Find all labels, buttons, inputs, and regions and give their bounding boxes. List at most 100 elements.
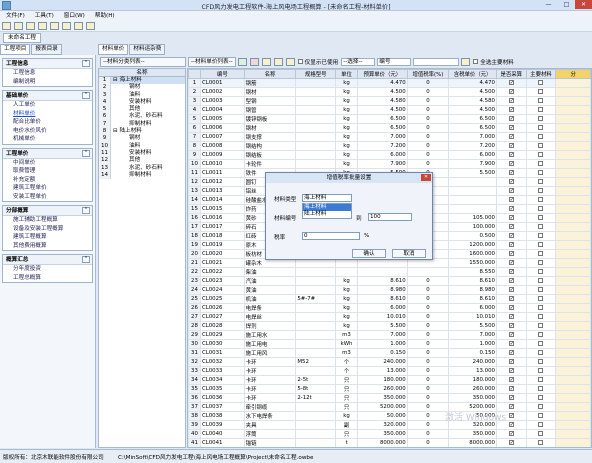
tree-row[interactable]: 4 安装材料 <box>99 98 185 107</box>
main-material-checkbox[interactable] <box>525 123 557 133</box>
checkbox[interactable] <box>538 215 544 220</box>
main-material-checkbox[interactable] <box>525 438 557 447</box>
extra-cell[interactable] <box>555 168 591 178</box>
extra-cell[interactable] <box>555 114 591 124</box>
checkbox[interactable] <box>538 305 544 310</box>
nav-item[interactable]: 编制说明 <box>3 78 92 87</box>
extra-cell[interactable] <box>555 312 591 322</box>
is-calc-checkbox[interactable]: ✓ <box>495 213 527 223</box>
collapse-icon[interactable]: ⌃ <box>82 149 90 157</box>
main-material-checkbox[interactable] <box>525 321 557 331</box>
table-row[interactable]: 36 CL0036 卡环 2-12t 只 350.000 0 350.000 ✓ <box>188 393 591 403</box>
option-sea[interactable]: 海上材料 <box>303 204 351 211</box>
table-row[interactable]: 42CL0042高强螺栓t7.00007.000✓ <box>189 448 591 449</box>
main-material-checkbox[interactable] <box>525 402 557 412</box>
main-material-checkbox[interactable] <box>525 249 557 259</box>
collapse-icon[interactable]: ⌃ <box>82 256 90 263</box>
is-calc-checkbox[interactable]: ✓ <box>495 150 527 160</box>
is-calc-checkbox[interactable]: ✓ <box>495 195 527 205</box>
main-material-checkbox[interactable] <box>525 312 557 322</box>
main-material-checkbox[interactable] <box>525 375 557 385</box>
checkbox[interactable] <box>538 107 544 112</box>
extra-cell[interactable] <box>555 276 591 286</box>
section-header[interactable]: 工程信息 ⌃ <box>3 59 92 69</box>
extra-cell[interactable] <box>555 231 591 241</box>
checkbox[interactable]: ✓ <box>508 134 514 140</box>
main-material-checkbox[interactable] <box>525 339 557 349</box>
main-material-checkbox[interactable] <box>525 132 557 142</box>
tree-row[interactable]: 10 油料 <box>99 142 185 150</box>
extra-cell[interactable] <box>555 393 591 403</box>
checkbox[interactable]: ✓ <box>508 359 514 365</box>
section-header[interactable]: 分部概算 ⌃ <box>3 206 92 216</box>
table-row[interactable]: 10 CL0010 卡轮件 kg 7.900 0 7.900 ✓ <box>188 159 591 169</box>
nav-item[interactable]: 配合比单价 <box>3 118 92 127</box>
checkbox[interactable]: ✓ <box>508 278 514 284</box>
menu-window[interactable]: 窗口(W) <box>64 11 85 21</box>
table-row[interactable]: 34 CL0034 卡环 2-5t 只 180.000 0 180.000 ✓ <box>188 375 591 385</box>
checkbox[interactable]: ✓ <box>508 440 514 446</box>
main-material-checkbox[interactable] <box>525 357 557 367</box>
extra-cell[interactable] <box>555 258 591 268</box>
is-calc-checkbox[interactable]: ✓ <box>495 303 527 313</box>
checkbox[interactable] <box>538 395 544 400</box>
is-calc-checkbox[interactable]: ✓ <box>495 321 527 331</box>
section-header[interactable]: 工程单价 ⌃ <box>3 148 92 159</box>
main-material-checkbox[interactable] <box>526 448 556 449</box>
checkbox[interactable]: ✓ <box>508 431 514 437</box>
checkbox[interactable] <box>538 152 544 157</box>
is-calc-checkbox[interactable]: ✓ <box>495 384 527 394</box>
help-icon[interactable] <box>86 22 95 30</box>
is-calc-checkbox[interactable]: ✓ <box>495 276 527 286</box>
nav-item[interactable]: 人工单价 <box>3 101 92 110</box>
extra-cell[interactable] <box>555 222 591 232</box>
table-row[interactable]: 5 CL0005 镀锌钢板 kg 6.500 0 6.500 ✓ <box>188 114 591 124</box>
column-header[interactable]: 增值税率(%) <box>406 69 450 79</box>
checkbox[interactable]: ✓ <box>508 251 514 257</box>
table-row[interactable]: 7 CL0007 钢支撑 kg 7.000 0 7.000 ✓ <box>188 132 591 142</box>
column-header[interactable]: 单位 <box>335 69 358 79</box>
is-calc-checkbox[interactable]: ✓ <box>495 267 527 277</box>
is-calc-checkbox[interactable]: ✓ <box>495 312 527 322</box>
main-material-checkbox[interactable] <box>525 141 557 151</box>
is-calc-checkbox[interactable]: ✓ <box>495 339 527 349</box>
is-calc-checkbox[interactable]: ✓ <box>495 168 527 178</box>
main-material-checkbox[interactable] <box>525 177 557 187</box>
extra-cell[interactable] <box>555 186 591 196</box>
table-row[interactable]: 37 CL0037 牵引钢缆只 5200.000 0 5200.000 ✓ <box>188 402 591 412</box>
table-row[interactable]: 35 CL0035 卡环 5-8t 只 260.000 0 260.000 ✓ <box>188 384 591 394</box>
checkbox[interactable] <box>538 350 544 355</box>
is-calc-checkbox[interactable]: ✓ <box>495 231 527 241</box>
table-row[interactable]: 40 CL0040 浮筒只 350.000 0 350.000 ✓ <box>188 429 591 439</box>
checkbox[interactable] <box>538 377 544 382</box>
nav-item-material-price[interactable]: 材料单价 <box>3 110 92 119</box>
is-calc-checkbox[interactable]: ✓ <box>495 294 527 304</box>
nav-item[interactable]: 分年度投资 <box>3 265 92 274</box>
document-tab[interactable]: 未命名工程 <box>3 33 41 43</box>
search-icon[interactable] <box>461 57 471 66</box>
move-up-icon[interactable] <box>273 57 283 66</box>
extra-cell[interactable] <box>555 87 591 97</box>
checkbox[interactable] <box>538 242 544 247</box>
is-calc-checkbox[interactable]: ✓ <box>495 87 527 97</box>
extra-cell[interactable] <box>555 78 591 88</box>
nav-item[interactable]: 工程信息 <box>3 69 92 78</box>
checkbox[interactable] <box>538 89 544 94</box>
is-calc-checkbox[interactable]: ✓ <box>495 222 527 232</box>
checkbox[interactable]: ✓ <box>508 179 514 185</box>
open-icon[interactable] <box>14 22 23 30</box>
is-calc-checkbox[interactable]: ✓ <box>495 357 527 367</box>
nav-item[interactable]: 设备及安装工程概算 <box>3 225 92 234</box>
table-row[interactable]: 3 CL0003 型钢 kg 4.580 0 4.580 ✓ <box>188 96 591 106</box>
checkbox[interactable]: ✓ <box>508 287 514 293</box>
main-material-checkbox[interactable] <box>525 411 557 421</box>
code-dropdown[interactable]: 编号 <box>377 57 412 66</box>
main-material-checkbox[interactable] <box>525 303 557 313</box>
checkbox[interactable]: ✓ <box>508 296 514 302</box>
table-row[interactable]: 33 CL0033 卡环个 13.000 0 13.000 ✓ <box>188 366 591 376</box>
show-used-checkbox[interactable] <box>297 59 303 64</box>
checkbox[interactable]: ✓ <box>508 107 514 113</box>
column-header[interactable]: 预算单价（元） <box>356 69 408 79</box>
is-calc-checkbox[interactable]: ✓ <box>495 429 527 439</box>
checkbox[interactable]: ✓ <box>508 386 514 392</box>
